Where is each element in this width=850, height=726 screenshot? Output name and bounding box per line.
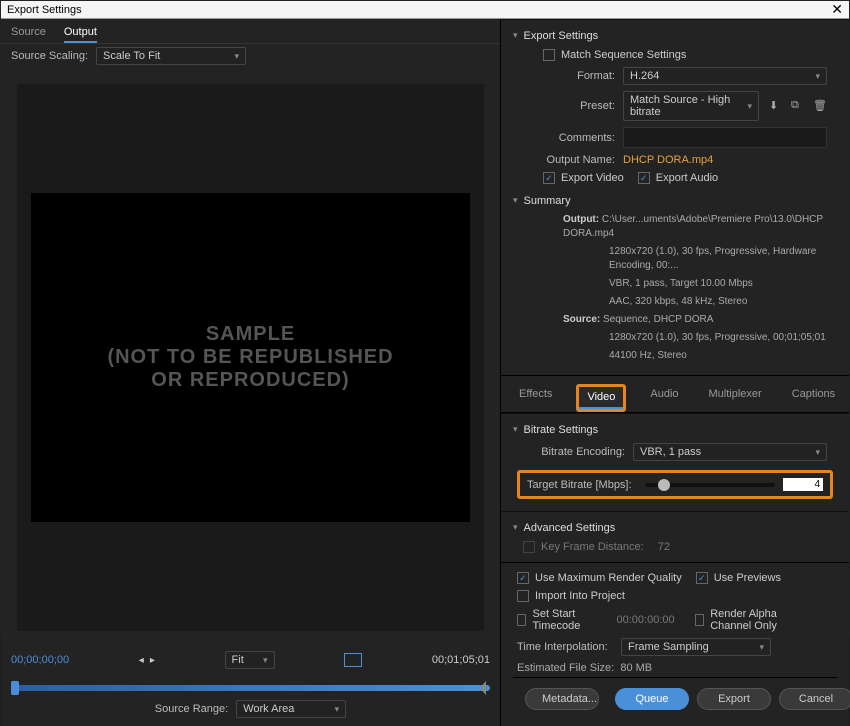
- export-audio-checkbox[interactable]: Export Audio: [638, 172, 718, 184]
- fit-select[interactable]: Fit: [225, 651, 275, 669]
- target-bitrate-label: Target Bitrate [Mbps]:: [527, 479, 637, 491]
- export-button[interactable]: Export: [697, 688, 771, 710]
- export-settings-window: Export Settings ✕ Source Output Source S…: [0, 0, 850, 635]
- time-interpolation-select[interactable]: Frame Sampling: [621, 638, 771, 656]
- preview-area: SAMPLE (NOT TO BE REPUBLISHED OR REPRODU…: [17, 84, 484, 631]
- comments-input[interactable]: [623, 127, 827, 148]
- in-timecode[interactable]: 00;00;00;00: [11, 654, 69, 666]
- bitrate-encoding-select[interactable]: VBR, 1 pass: [633, 443, 827, 461]
- preset-select[interactable]: Match Source - High bitrate: [623, 91, 759, 121]
- metadata-button[interactable]: Metadata...: [525, 688, 599, 710]
- tab-multiplexer[interactable]: Multiplexer: [703, 384, 768, 412]
- match-sequence-checkbox[interactable]: Match Sequence Settings: [543, 49, 686, 61]
- close-icon[interactable]: ✕: [831, 1, 843, 18]
- output-name-link[interactable]: DHCP DORA.mp4: [623, 154, 713, 166]
- save-preset-icon[interactable]: ⬇: [769, 99, 783, 113]
- max-render-quality-checkbox[interactable]: Use Maximum Render Quality: [517, 572, 682, 584]
- title-bar: Export Settings ✕: [1, 1, 849, 19]
- start-timecode-checkbox[interactable]: Set Start Timecode: [517, 608, 603, 632]
- source-scaling-select[interactable]: Scale To Fit: [96, 47, 246, 65]
- left-panel: Source Output Source Scaling: Scale To F…: [1, 19, 501, 726]
- use-previews-checkbox[interactable]: Use Previews: [696, 572, 781, 584]
- preview-tabs: Source Output: [1, 19, 500, 44]
- source-range-select[interactable]: Work Area: [236, 700, 346, 718]
- export-settings-header[interactable]: Export Settings: [513, 26, 837, 46]
- step-forward-icon[interactable]: ▸: [150, 655, 155, 666]
- summary-header[interactable]: Summary: [513, 191, 837, 211]
- tab-audio[interactable]: Audio: [644, 384, 684, 412]
- import-project-checkbox[interactable]: Import Into Project: [517, 590, 625, 602]
- tab-source[interactable]: Source: [11, 23, 46, 43]
- right-panel: Export Settings Match Sequence Settings …: [501, 19, 849, 726]
- export-video-checkbox[interactable]: Export Video: [543, 172, 624, 184]
- target-bitrate-input[interactable]: [783, 478, 823, 491]
- window-title: Export Settings: [7, 4, 82, 16]
- render-alpha-checkbox[interactable]: Render Alpha Channel Only: [695, 608, 813, 632]
- step-back-icon[interactable]: ◂: [139, 655, 144, 666]
- tab-video[interactable]: Video: [579, 387, 623, 409]
- bitrate-settings-header[interactable]: Bitrate Settings: [513, 420, 837, 440]
- source-scaling-label: Source Scaling:: [11, 50, 96, 62]
- advanced-settings-header[interactable]: Advanced Settings: [513, 518, 837, 538]
- queue-button[interactable]: Queue: [615, 688, 689, 710]
- cancel-button[interactable]: Cancel: [779, 688, 850, 710]
- preview-video: SAMPLE (NOT TO BE REPUBLISHED OR REPRODU…: [31, 193, 470, 521]
- tab-captions[interactable]: Captions: [786, 384, 841, 412]
- keyframe-checkbox[interactable]: Key Frame Distance:: [523, 541, 644, 553]
- source-range-label: Source Range:: [155, 703, 236, 715]
- format-select[interactable]: H.264: [623, 67, 827, 85]
- marker-icon[interactable]: [344, 653, 362, 667]
- tab-effects[interactable]: Effects: [513, 384, 558, 412]
- tab-output[interactable]: Output: [64, 23, 97, 43]
- out-timecode: 00;01;05;01: [432, 654, 490, 666]
- target-bitrate-slider[interactable]: [645, 483, 775, 487]
- settings-tabs: Effects Video Audio Multiplexer Captions…: [501, 375, 849, 413]
- timeline-bar[interactable]: [11, 685, 490, 691]
- delete-preset-icon[interactable]: 🗑: [813, 99, 827, 113]
- import-preset-icon[interactable]: ⧉: [791, 99, 805, 113]
